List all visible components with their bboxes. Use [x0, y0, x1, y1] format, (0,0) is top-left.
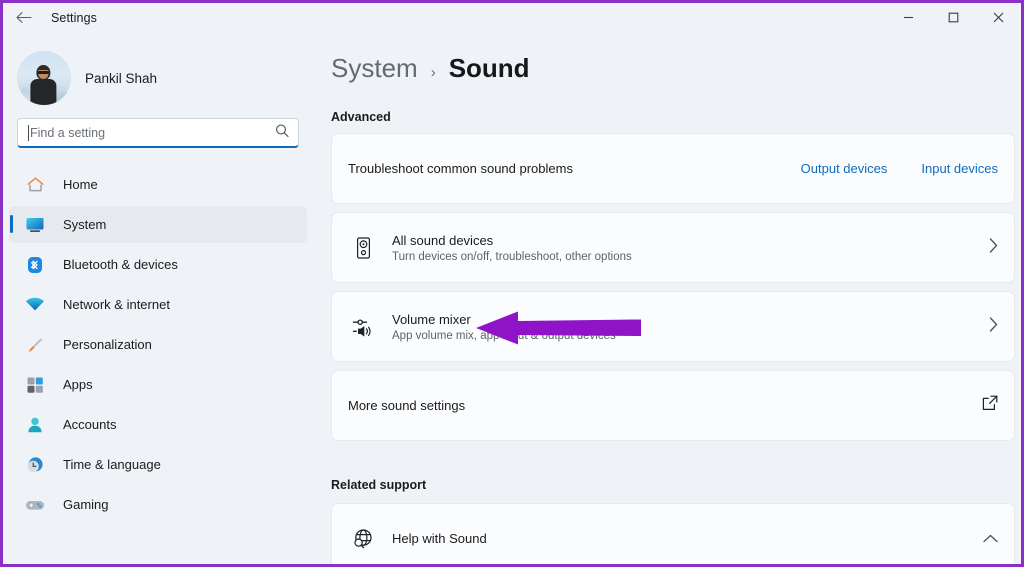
minimize-icon: [904, 16, 913, 19]
advanced-section-heading: Advanced: [331, 110, 391, 124]
help-with-sound-title: Help with Sound: [392, 530, 487, 546]
sidebar-item-apps[interactable]: Apps: [9, 366, 307, 403]
volume-mixer-icon: [348, 316, 378, 338]
help-with-sound-end: [973, 530, 998, 548]
app-title: Settings: [51, 10, 97, 25]
speaker-device-icon: [348, 236, 378, 259]
search-icon[interactable]: [275, 123, 289, 142]
all-sound-devices-text: All sound devices Turn devices on/off, t…: [392, 232, 979, 264]
breadcrumb: System › Sound: [313, 32, 1021, 84]
profile-name: Pankil Shah: [85, 70, 158, 86]
all-sound-devices-row[interactable]: All sound devices Turn devices on/off, t…: [332, 213, 1014, 282]
output-devices-link[interactable]: Output devices: [801, 161, 888, 176]
volume-mixer-end: [979, 316, 998, 337]
gamepad-icon: [23, 494, 47, 516]
sidebar-item-time-language[interactable]: Time & language: [9, 446, 307, 483]
sidebar-item-label: Time & language: [63, 457, 161, 472]
avatar: [17, 51, 71, 105]
clock-icon: [23, 454, 47, 476]
home-icon: [23, 174, 47, 196]
bluetooth-icon: [23, 254, 47, 276]
window-controls: [886, 3, 1021, 32]
more-sound-settings-card[interactable]: More sound settings: [331, 370, 1015, 441]
settings-window: Settings Pankil Shah Find a setting Home…: [0, 0, 1024, 567]
volume-mixer-title: Volume mixer: [392, 311, 471, 327]
troubleshoot-card: Troubleshoot common sound problems Outpu…: [331, 133, 1015, 204]
sidebar-item-home[interactable]: Home: [9, 166, 307, 203]
chevron-right-icon: ›: [430, 64, 436, 81]
minimize-button[interactable]: [886, 3, 931, 32]
help-with-sound-card[interactable]: Help with Sound: [331, 503, 1015, 564]
volume-mixer-text: Volume mixer App volume mix, app input &…: [392, 311, 979, 343]
volume-mixer-card[interactable]: Volume mixer App volume mix, app input &…: [331, 291, 1015, 362]
sidebar-item-label: Apps: [63, 377, 93, 392]
back-button[interactable]: [7, 5, 41, 31]
input-devices-link[interactable]: Input devices: [921, 161, 998, 176]
sidebar-item-gaming[interactable]: Gaming: [9, 486, 307, 523]
more-sound-settings-text: More sound settings: [348, 397, 982, 415]
help-with-sound-row[interactable]: Help with Sound: [332, 504, 1014, 564]
volume-mixer-row[interactable]: Volume mixer App volume mix, app input &…: [332, 292, 1014, 361]
sidebar-item-system[interactable]: System: [9, 206, 307, 243]
more-sound-settings-row[interactable]: More sound settings: [332, 371, 1014, 440]
sidebar-item-label: System: [63, 217, 107, 232]
paintbrush-icon: [23, 334, 47, 356]
related-support-heading: Related support: [331, 478, 427, 492]
troubleshoot-row: Troubleshoot common sound problems Outpu…: [332, 134, 1014, 203]
open-external-icon[interactable]: [982, 395, 998, 416]
sidebar-item-label: Bluetooth & devices: [63, 257, 178, 272]
sidebar-nav: Home System Bluetooth & devices Network …: [3, 148, 313, 523]
maximize-icon: [948, 12, 959, 23]
system-icon: [23, 214, 47, 236]
content-pane: System › Sound Advanced Troubleshoot com…: [313, 32, 1021, 564]
maximize-button[interactable]: [931, 3, 976, 32]
sidebar-item-label: Network & internet: [63, 297, 170, 312]
globe-search-icon: [348, 528, 378, 550]
profile-section[interactable]: Pankil Shah: [3, 32, 313, 110]
chevron-right-icon[interactable]: [979, 237, 998, 258]
sidebar-item-accounts[interactable]: Accounts: [9, 406, 307, 443]
volume-mixer-subtitle: App volume mix, app input & output devic…: [392, 330, 616, 343]
breadcrumb-parent[interactable]: System: [331, 53, 418, 84]
page-title: Sound: [448, 53, 530, 83]
search-input[interactable]: [18, 119, 298, 146]
search-section: [3, 110, 313, 148]
help-with-sound-text: Help with Sound: [392, 530, 973, 548]
all-sound-devices-title: All sound devices: [392, 232, 494, 248]
sidebar-item-label: Gaming: [63, 497, 109, 512]
back-arrow-icon: [15, 12, 32, 23]
text-caret: [28, 125, 29, 141]
sidebar-item-bluetooth-devices[interactable]: Bluetooth & devices: [9, 246, 307, 283]
sidebar-item-label: Home: [63, 177, 98, 192]
sidebar-item-label: Personalization: [63, 337, 152, 352]
all-sound-devices-end: [979, 237, 998, 258]
apps-icon: [23, 374, 47, 396]
sidebar-item-label: Accounts: [63, 417, 117, 432]
close-icon: [993, 12, 1004, 23]
troubleshoot-text: Troubleshoot common sound problems: [348, 160, 801, 178]
sidebar-item-network-internet[interactable]: Network & internet: [9, 286, 307, 323]
search-box[interactable]: [17, 118, 299, 148]
chevron-up-icon[interactable]: [973, 530, 998, 548]
troubleshoot-title: Troubleshoot common sound problems: [348, 160, 573, 176]
sidebar-item-personalization[interactable]: Personalization: [9, 326, 307, 363]
all-sound-devices-card[interactable]: All sound devices Turn devices on/off, t…: [331, 212, 1015, 283]
close-button[interactable]: [976, 3, 1021, 32]
more-sound-settings-title: More sound settings: [348, 397, 466, 413]
troubleshoot-links: Output devices Input devices: [801, 161, 998, 176]
more-sound-settings-end: [982, 395, 998, 416]
title-bar: Settings: [3, 3, 1021, 32]
chevron-right-icon[interactable]: [979, 316, 998, 337]
wifi-icon: [23, 294, 47, 316]
sidebar: Pankil Shah Find a setting Home System B…: [3, 32, 313, 564]
all-sound-devices-subtitle: Turn devices on/off, troubleshoot, other…: [392, 251, 632, 264]
accounts-icon: [23, 414, 47, 436]
